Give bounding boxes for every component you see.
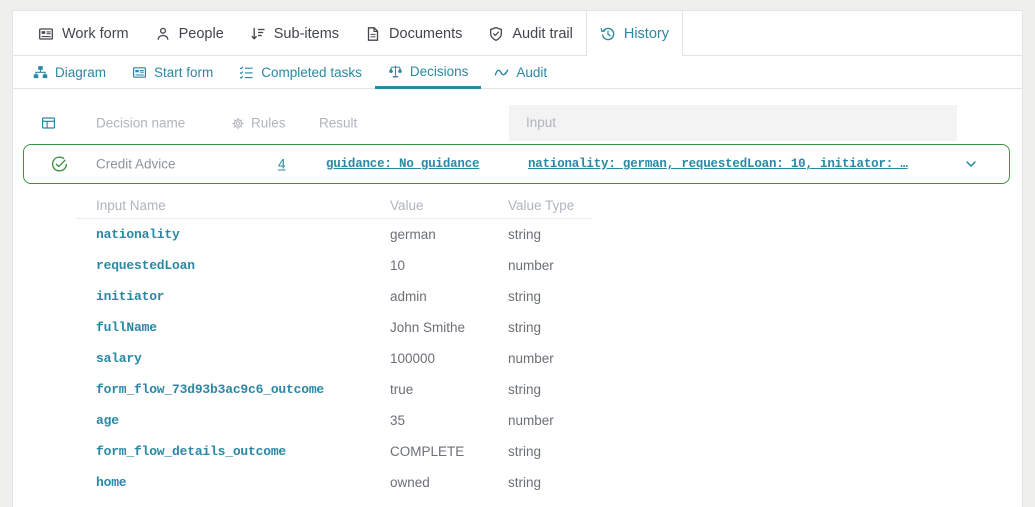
column-header-rules: Rules bbox=[231, 116, 286, 131]
input-details-table: Input Name Value Value Type nationality g… bbox=[76, 193, 593, 498]
rules-count-link[interactable]: 4 bbox=[278, 157, 286, 172]
detail-input-name: age bbox=[96, 413, 119, 428]
detail-row: salary 100000 number bbox=[76, 343, 593, 374]
tab-documents[interactable]: Documents bbox=[352, 11, 475, 56]
tab-label: Audit trail bbox=[512, 25, 573, 42]
detail-value-type: string bbox=[508, 382, 542, 397]
input-details-header: Input Name Value Value Type bbox=[76, 193, 593, 219]
detail-value-type: string bbox=[508, 475, 542, 490]
chevron-down-icon[interactable] bbox=[964, 157, 978, 171]
scales-icon bbox=[388, 64, 403, 79]
detail-column-value: Value bbox=[390, 198, 424, 213]
check-circle-icon bbox=[51, 156, 68, 173]
gear-icon bbox=[231, 116, 245, 130]
detail-value-type: string bbox=[508, 289, 542, 304]
tab-label: Start form bbox=[154, 64, 214, 80]
detail-value: COMPLETE bbox=[390, 444, 465, 459]
tab-people[interactable]: People bbox=[142, 11, 237, 56]
detail-value: John Smithe bbox=[390, 320, 466, 335]
tab-label: Decisions bbox=[409, 63, 469, 79]
detail-row: initiator admin string bbox=[76, 281, 593, 312]
tab-audit[interactable]: Audit bbox=[481, 56, 560, 88]
column-header-input: Input bbox=[509, 105, 957, 141]
work-form-icon bbox=[38, 26, 54, 42]
tab-label: People bbox=[178, 25, 224, 42]
primary-tab-bar: Work form People Sub-items Documents Aud… bbox=[13, 11, 1022, 56]
detail-column-input-name: Input Name bbox=[96, 198, 166, 213]
tab-label: Diagram bbox=[55, 64, 107, 80]
pulse-icon bbox=[494, 65, 509, 80]
sub-items-icon bbox=[250, 26, 266, 42]
task-list-icon bbox=[239, 65, 254, 80]
tab-start-form[interactable]: Start form bbox=[119, 56, 226, 88]
start-form-icon bbox=[132, 65, 147, 80]
people-icon bbox=[155, 26, 171, 42]
detail-value-type: number bbox=[508, 351, 554, 366]
detail-value-type: string bbox=[508, 320, 542, 335]
history-tab-bar: Diagram Start form Completed tasks Decis… bbox=[13, 56, 1022, 89]
detail-value-type: number bbox=[508, 258, 554, 273]
detail-input-name: initiator bbox=[96, 289, 165, 304]
detail-value: 10 bbox=[390, 258, 406, 273]
detail-value: true bbox=[390, 382, 414, 397]
detail-row: form_flow_details_outcome COMPLETE string bbox=[76, 436, 593, 467]
detail-value-type: number bbox=[508, 413, 554, 428]
detail-value-type: string bbox=[508, 227, 542, 242]
details-table-body: nationality german string requestedLoan 10 nu… bbox=[76, 219, 593, 498]
tab-label: Work form bbox=[62, 25, 129, 42]
detail-column-value-type: Value Type bbox=[508, 198, 575, 213]
column-header-result: Result bbox=[319, 115, 358, 131]
detail-row: home owned string bbox=[76, 467, 593, 498]
decision-name: Credit Advice bbox=[96, 156, 176, 172]
tab-diagram[interactable]: Diagram bbox=[20, 56, 119, 88]
column-header-rules-label: Rules bbox=[251, 115, 286, 131]
detail-input-name: form_flow_73d93b3ac9c6_outcome bbox=[96, 382, 325, 397]
detail-row: nationality german string bbox=[76, 219, 593, 250]
result-link[interactable]: guidance: No guidance bbox=[326, 157, 480, 171]
tab-label: Audit bbox=[516, 64, 548, 80]
tab-sub-items[interactable]: Sub-items bbox=[237, 11, 352, 56]
input-link[interactable]: nationality: german, requestedLoan: 10, … bbox=[528, 157, 908, 171]
tab-work-form[interactable]: Work form bbox=[25, 11, 142, 56]
tab-label: History bbox=[623, 25, 669, 42]
detail-input-name: form_flow_details_outcome bbox=[96, 444, 287, 459]
detail-input-name: salary bbox=[96, 351, 142, 366]
detail-value: german bbox=[390, 227, 436, 242]
tab-completed-tasks[interactable]: Completed tasks bbox=[226, 56, 375, 88]
sitemap-icon bbox=[33, 65, 48, 80]
tab-audit-trail[interactable]: Audit trail bbox=[475, 11, 585, 56]
column-header-decision-name: Decision name bbox=[96, 115, 186, 131]
tab-decisions[interactable]: Decisions bbox=[374, 56, 482, 89]
detail-input-name: fullName bbox=[96, 320, 157, 335]
documents-icon bbox=[365, 26, 381, 42]
detail-value-type: string bbox=[508, 444, 542, 459]
detail-value: owned bbox=[390, 475, 430, 490]
tab-label: Documents bbox=[389, 25, 463, 42]
tab-label: Completed tasks bbox=[261, 64, 362, 80]
shield-check-icon bbox=[488, 26, 504, 42]
detail-input-name: requestedLoan bbox=[96, 258, 195, 273]
decision-table-header: Decision name Rules Result Input bbox=[13, 105, 1022, 141]
history-icon bbox=[600, 26, 616, 42]
tab-label: Sub-items bbox=[273, 25, 340, 42]
detail-input-name: home bbox=[96, 475, 127, 490]
detail-value: 35 bbox=[390, 413, 406, 428]
detail-input-name: nationality bbox=[96, 227, 180, 242]
detail-row: age 35 number bbox=[76, 405, 593, 436]
tab-history[interactable]: History bbox=[585, 11, 683, 56]
table-icon bbox=[41, 116, 56, 131]
case-panel: Work form People Sub-items Documents Aud… bbox=[12, 10, 1023, 507]
detail-row: requestedLoan 10 number bbox=[76, 250, 593, 281]
detail-row: form_flow_73d93b3ac9c6_outcome true string bbox=[76, 374, 593, 405]
detail-value: 100000 bbox=[390, 351, 436, 366]
detail-row: fullName John Smithe string bbox=[76, 312, 593, 343]
detail-value: admin bbox=[390, 289, 427, 304]
decision-row-credit-advice[interactable]: Credit Advice 4 guidance: No guidance na… bbox=[23, 144, 1010, 184]
